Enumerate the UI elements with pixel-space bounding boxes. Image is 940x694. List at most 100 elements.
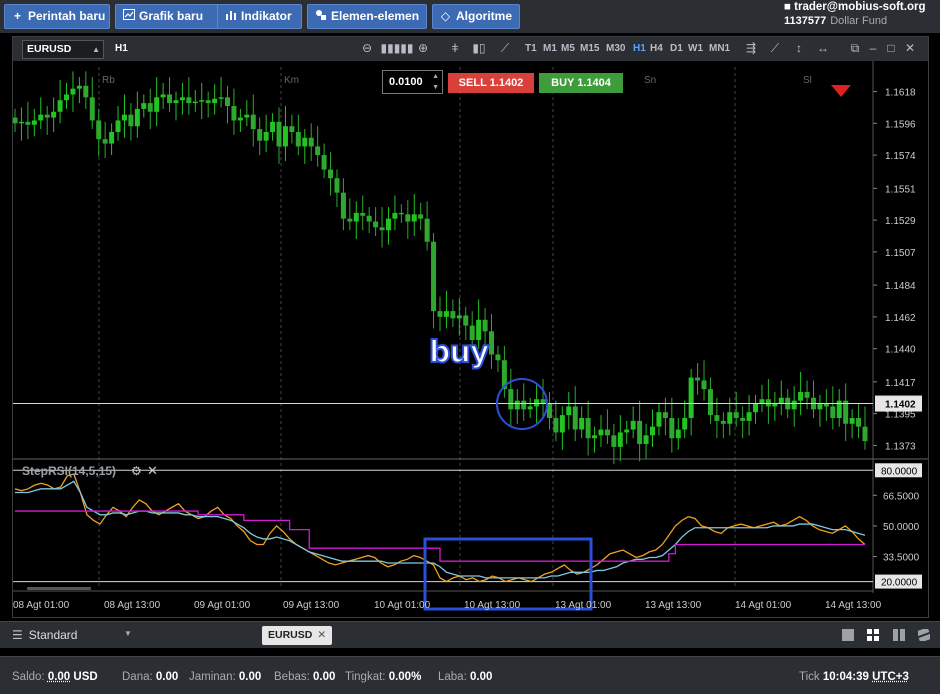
candle-body: [250, 114, 256, 130]
zoom-out-icon[interactable]: ⊖: [359, 41, 375, 55]
candle-body: [720, 420, 726, 424]
candle-body: [334, 178, 340, 193]
horizontal-line-icon[interactable]: ↔: [815, 41, 831, 55]
elements-button[interactable]: Elemen-elemen: [307, 4, 427, 29]
diamond-icon: ◇: [440, 9, 451, 23]
candle-body: [759, 399, 765, 404]
timeframe-h1[interactable]: H1: [633, 43, 646, 54]
settings-gear-icon[interactable]: ⚙: [131, 464, 142, 478]
candle-body: [443, 311, 449, 317]
candle-body: [231, 106, 237, 121]
candle-chart-icon[interactable]: ▮▯: [471, 41, 487, 55]
price-tick-label: 1.1551: [885, 184, 916, 195]
candle-body: [656, 412, 662, 427]
timeframe-t1[interactable]: T1: [525, 43, 537, 54]
lot-spinner-icon[interactable]: ▲ ▼: [432, 71, 439, 93]
buy-button[interactable]: BUY 1.1404: [539, 73, 623, 93]
candle-body: [76, 85, 82, 89]
buy-annotation: buy: [428, 334, 490, 371]
candle-body: [482, 319, 488, 332]
menu-icon: ☰: [12, 628, 23, 642]
algorithm-button[interactable]: ◇ Algoritme: [432, 4, 520, 29]
price-tick-label: 1.1618: [885, 88, 916, 99]
sell-button[interactable]: SELL 1.1402: [448, 73, 534, 93]
candle-body: [186, 97, 192, 104]
candle-body: [534, 399, 540, 407]
new-chart-button[interactable]: Grafik baru: [115, 4, 224, 29]
tab-close-icon[interactable]: ✕: [317, 629, 326, 641]
candle-body: [360, 212, 366, 216]
timeframe-w1[interactable]: W1: [688, 43, 703, 54]
candle-body: [643, 435, 649, 444]
draw-lines-icon[interactable]: ⇶: [743, 41, 759, 55]
symbol-select[interactable]: EURUSD▲▼: [22, 40, 104, 71]
timeframe-m15[interactable]: M15: [580, 43, 599, 54]
laba-value: 0.00: [469, 671, 493, 683]
candle-body: [18, 121, 24, 124]
layout-select[interactable]: ☰ Standard ▼: [12, 628, 132, 642]
bar-chart-icon[interactable]: ǂ: [447, 41, 463, 55]
indicator-button[interactable]: Indikator: [217, 4, 302, 29]
candle-body: [489, 331, 495, 355]
dana-label: Dana:: [122, 671, 153, 683]
candle-body: [373, 221, 379, 228]
close-icon[interactable]: ✕: [902, 41, 918, 55]
zoom-slider[interactable]: ▮▮▮▮▮: [379, 41, 415, 55]
candle-body: [64, 94, 70, 101]
time-tick-label: 13 Agt 13:00: [645, 600, 702, 611]
bebas-label: Bebas:: [274, 671, 310, 683]
candle-body: [701, 380, 707, 390]
line-chart-icon[interactable]: ⟋: [497, 41, 513, 56]
candle-body: [237, 117, 243, 121]
timeframe-d1[interactable]: D1: [670, 43, 683, 54]
account-email: trader@mobius-soft.org: [794, 1, 926, 13]
candle-body: [405, 214, 411, 222]
time-tick-label: 10 Agt 13:00: [464, 600, 521, 611]
candle-body: [328, 169, 334, 179]
timeframe-h4[interactable]: H4: [650, 43, 663, 54]
candle-body: [128, 114, 134, 127]
maximize-icon[interactable]: □: [883, 41, 899, 55]
timeframe-m30[interactable]: M30: [606, 43, 625, 54]
candle-body: [662, 412, 668, 418]
lot-size-input[interactable]: 0.0100 ▲ ▼: [382, 70, 443, 94]
layout-rows-icon[interactable]: [916, 627, 932, 643]
saldo-value[interactable]: 0.00: [48, 671, 70, 683]
tab-eurusd[interactable]: EURUSD ✕: [262, 626, 333, 645]
timezone-select[interactable]: UTC+3: [872, 671, 909, 683]
zoom-in-icon[interactable]: ⊕: [415, 41, 431, 55]
user-icon: ■: [784, 1, 791, 13]
layout-grid-icon[interactable]: [867, 629, 879, 641]
layout-single-icon[interactable]: [842, 629, 854, 641]
saldo-label: Saldo:: [12, 671, 45, 683]
layout-label: Standard: [28, 628, 78, 642]
layout-columns-icon[interactable]: [893, 629, 905, 641]
time-tick-label: 14 Agt 13:00: [825, 600, 882, 611]
candle-body: [707, 389, 713, 416]
timeframe-m1[interactable]: M1: [543, 43, 557, 54]
timeframe-m5[interactable]: M5: [561, 43, 575, 54]
candle-body: [592, 435, 598, 439]
detach-icon[interactable]: ⧉: [847, 41, 863, 56]
indicator-close-icon[interactable]: ✕: [147, 463, 158, 479]
new-order-label: Perintah baru: [28, 9, 106, 23]
minimize-icon[interactable]: –: [865, 41, 881, 55]
new-order-button[interactable]: + Perintah baru: [4, 4, 110, 29]
account-info[interactable]: ■ trader@mobius-soft.org 1137577 Dollar F…: [784, 1, 934, 27]
candle-body: [830, 406, 836, 418]
candle-body: [154, 97, 160, 112]
candle-body: [624, 429, 630, 433]
jaminan-field: Jaminan: 0.00: [189, 671, 261, 683]
time-tick-label: 09 Agt 01:00: [194, 600, 251, 611]
candle-body: [173, 100, 179, 104]
saldo-field: Saldo: 0.00 USD: [12, 671, 98, 683]
timeframe-mn1[interactable]: MN1: [709, 43, 730, 54]
candle-body: [604, 429, 610, 436]
elements-label: Elemen-elemen: [331, 9, 420, 23]
vertical-line-icon[interactable]: ↕: [791, 41, 807, 55]
top-toolbar: + Perintah baru Grafik baru Indikator Ele…: [0, 0, 940, 33]
candle-body: [798, 392, 804, 401]
jaminan-label: Jaminan:: [189, 671, 236, 683]
trend-line-icon[interactable]: ⟋: [767, 41, 783, 56]
level-tag-label: 20.0000: [881, 578, 918, 589]
